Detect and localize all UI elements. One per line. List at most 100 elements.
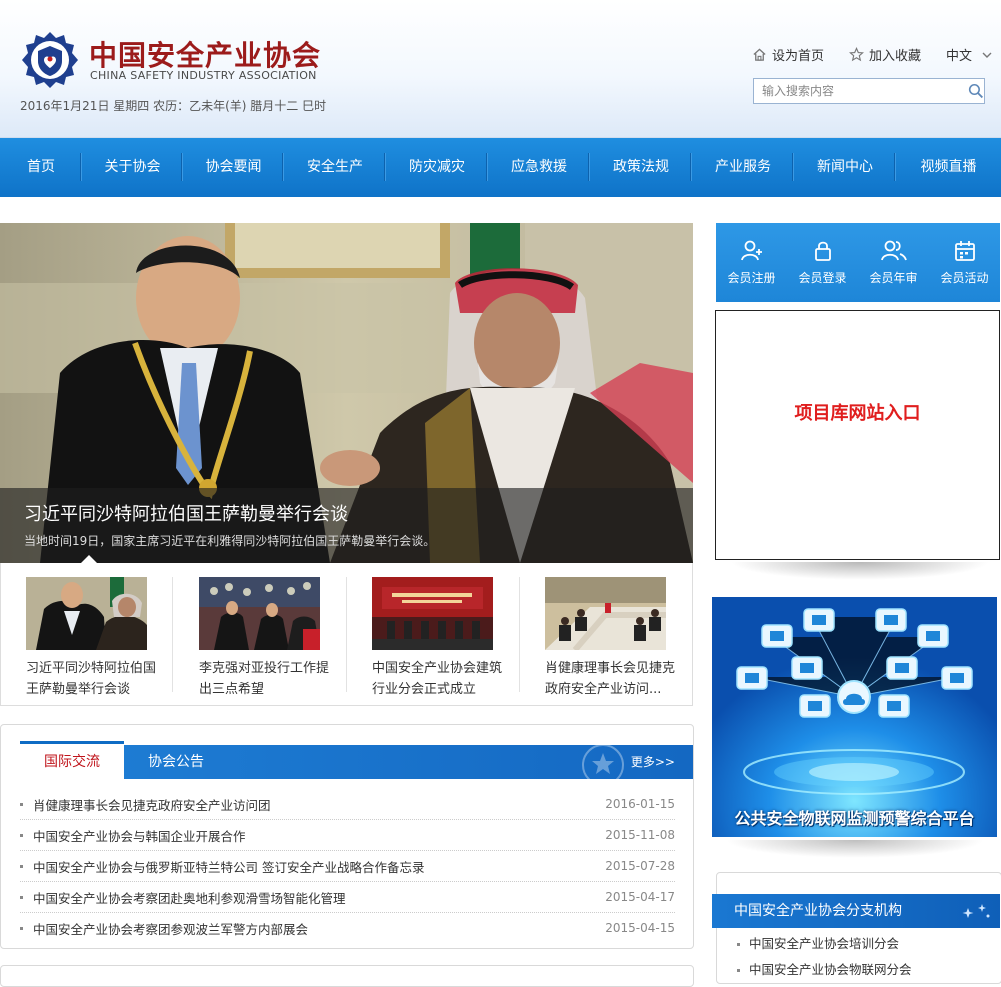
member-register-label: 会员注册	[727, 271, 776, 285]
thumbnail-strip: 习近平同沙特阿拉伯国王萨勒曼举行会谈 李克强对亚投行工作提出三点希望 中国安全产…	[0, 555, 695, 706]
nav-item-safety-production[interactable]: 安全生产	[284, 138, 386, 197]
thumb-caption: 肖健康理事长会见捷克政府安全产业访问...	[545, 661, 676, 697]
news-date: 2016-01-15	[605, 797, 675, 811]
member-bar: 会员注册 会员登录 会员年审 会员活动	[716, 223, 1000, 302]
top-links: 设为首页 加入收藏 中文	[752, 45, 992, 64]
search-input[interactable]	[754, 81, 967, 101]
project-library-entry[interactable]: 项目库网站入口	[715, 310, 1000, 560]
add-favorite-link[interactable]: 加入收藏	[849, 45, 921, 64]
slide-subtitle: 当地时间19日，国家主席习近平在利雅得同沙特阿拉伯国王萨勒曼举行会谈。	[24, 534, 436, 548]
thumb-item[interactable]: 中国安全产业协会建筑行业分会正式成立	[372, 577, 522, 700]
thumb-divider	[346, 577, 347, 692]
slide-caption: 习近平同沙特阿拉伯国王萨勒曼举行会谈 当地时间19日，国家主席习近平在利雅得同沙…	[0, 488, 693, 563]
nav-item-industry-service[interactable]: 产业服务	[692, 138, 794, 197]
main-nav: 首页 关于协会 协会要闻 安全生产 防灾减灾 应急救援 政策法规 产业服务 新闻…	[0, 138, 1001, 197]
news-title[interactable]: 肖健康理事长会见捷克政府安全产业访问团	[20, 795, 271, 814]
branch-panel-title: 中国安全产业协会分支机构	[734, 903, 902, 919]
thumb-item[interactable]: 习近平同沙特阿拉伯国王萨勒曼举行会谈	[26, 577, 176, 700]
thumb-divider	[519, 577, 520, 692]
site-header: 中国安全产业协会 CHINA SAFETY INDUSTRY ASSOCIATI…	[0, 0, 1001, 138]
language-select[interactable]: 中文	[946, 45, 992, 64]
member-annual-review-button[interactable]: 会员年审	[858, 223, 929, 302]
news-tab-bar: 国际交流 协会公告 更多>>	[20, 741, 693, 779]
iot-platform-banner[interactable]: 公共安全物联网监测预警综合平台	[712, 597, 997, 837]
member-register-button[interactable]: 会员注册	[716, 223, 787, 302]
iot-network-graphic	[712, 597, 997, 837]
lock-icon	[814, 241, 831, 261]
news-date: 2015-11-08	[605, 828, 675, 842]
thumb-image	[372, 577, 493, 650]
thumb-image	[199, 577, 320, 650]
thumb-image	[26, 577, 147, 650]
nav-item-live-video[interactable]: 视频直播	[896, 138, 1001, 197]
nav-item-emergency-rescue[interactable]: 应急救援	[488, 138, 590, 197]
panel-shadow	[725, 840, 985, 858]
search-box	[753, 78, 985, 104]
association-logo-icon[interactable]	[20, 30, 80, 90]
sparkle-icon	[962, 904, 990, 918]
member-login-label: 会员登录	[798, 271, 847, 285]
news-row[interactable]: 中国安全产业协会与韩国企业开展合作 2015-11-08	[20, 820, 675, 851]
branch-item[interactable]: 中国安全产业协会物联网分会	[737, 957, 987, 983]
iot-banner-title: 公共安全物联网监测预警综合平台	[734, 809, 975, 828]
nav-item-about[interactable]: 关于协会	[82, 138, 183, 197]
thumb-caption: 习近平同沙特阿拉伯国王萨勒曼举行会谈	[26, 661, 157, 697]
branch-item[interactable]: 中国安全产业协会培训分会	[737, 931, 987, 957]
news-row[interactable]: 中国安全产业协会考察团参观波兰军警方内部展会 2015-04-15	[20, 913, 675, 943]
member-login-button[interactable]: 会员登录	[787, 223, 858, 302]
thumb-caption: 中国安全产业协会建筑行业分会正式成立	[372, 661, 503, 697]
news-title[interactable]: 中国安全产业协会考察团参观波兰军警方内部展会	[20, 919, 308, 938]
news-title[interactable]: 中国安全产业协会考察团赴奥地利参观滑雪场智能化管理	[20, 888, 346, 907]
site-title-cn[interactable]: 中国安全产业协会	[89, 34, 321, 74]
news-title[interactable]: 中国安全产业协会与俄罗斯亚特兰特公司 签订安全产业战略合作备忘录	[20, 857, 424, 876]
tab-association-notice[interactable]: 协会公告	[148, 745, 204, 779]
site-title-en: CHINA SAFETY INDUSTRY ASSOCIATION	[90, 69, 317, 82]
member-activity-label: 会员活动	[940, 271, 989, 285]
nav-item-disaster-reduction[interactable]: 防灾减灾	[386, 138, 488, 197]
news-title[interactable]: 中国安全产业协会与韩国企业开展合作	[20, 826, 246, 845]
language-label: 中文	[946, 49, 973, 64]
home-icon	[753, 48, 766, 61]
news-row[interactable]: 中国安全产业协会与俄罗斯亚特兰特公司 签订安全产业战略合作备忘录 2015-07-…	[20, 851, 675, 882]
users-icon	[880, 240, 907, 261]
nav-item-association-news[interactable]: 协会要闻	[183, 138, 284, 197]
news-date: 2015-04-15	[605, 921, 675, 935]
chevron-down-icon	[982, 52, 992, 58]
member-annual-review-label: 会员年审	[869, 271, 918, 285]
featured-slideshow[interactable]: 习近平同沙特阿拉伯国王萨勒曼举行会谈 当地时间19日，国家主席习近平在利雅得同沙…	[0, 223, 693, 563]
thumb-image	[545, 577, 666, 650]
news-row[interactable]: 肖健康理事长会见捷克政府安全产业访问团 2016-01-15	[20, 789, 675, 820]
panel-shadow	[730, 562, 990, 580]
add-favorite-label: 加入收藏	[869, 49, 922, 64]
branch-list: 中国安全产业协会培训分会 中国安全产业协会物联网分会	[737, 931, 987, 983]
nav-item-news-center[interactable]: 新闻中心	[794, 138, 896, 197]
news-date: 2015-07-28	[605, 859, 675, 873]
news-panel: 国际交流 协会公告 更多>> 肖健康理事长会见捷克政府安全产业访问团 2016-0…	[0, 724, 694, 949]
thumb-pointer	[81, 555, 97, 563]
user-add-icon	[740, 240, 762, 261]
slide-title[interactable]: 习近平同沙特阿拉伯国王萨勒曼举行会谈	[24, 500, 348, 526]
branch-panel: 中国安全产业协会分支机构 中国安全产业协会培训分会 中国安全产业协会物联网分会	[712, 872, 1001, 984]
project-library-label: 项目库网站入口	[794, 403, 921, 424]
thumb-item[interactable]: 肖健康理事长会见捷克政府安全产业访问...	[545, 577, 695, 700]
next-panel-edge	[0, 965, 694, 987]
set-home-label: 设为首页	[772, 49, 825, 64]
news-row[interactable]: 中国安全产业协会考察团赴奥地利参观滑雪场智能化管理 2015-04-17	[20, 882, 675, 913]
star-emblem-icon	[582, 745, 624, 779]
news-date: 2015-04-17	[605, 890, 675, 904]
calendar-icon	[954, 241, 975, 261]
tab-international-exchange[interactable]: 国际交流	[20, 741, 124, 779]
star-icon	[849, 47, 865, 62]
date-line: 2016年1月21日 星期四 农历：乙未年(羊) 腊月十二 巳时	[20, 99, 327, 113]
news-list: 肖健康理事长会见捷克政府安全产业访问团 2016-01-15 中国安全产业协会与韩…	[20, 789, 675, 943]
thumb-item[interactable]: 李克强对亚投行工作提出三点希望	[199, 577, 349, 700]
thumb-caption: 李克强对亚投行工作提出三点希望	[199, 661, 330, 697]
news-more-link[interactable]: 更多>>	[631, 745, 675, 779]
branch-panel-header: 中国安全产业协会分支机构	[712, 894, 1000, 928]
nav-item-home[interactable]: 首页	[0, 138, 82, 197]
set-home-link[interactable]: 设为首页	[752, 45, 824, 64]
nav-item-policy[interactable]: 政策法规	[590, 138, 692, 197]
thumb-divider	[172, 577, 173, 692]
member-activity-button[interactable]: 会员活动	[929, 223, 1000, 302]
search-icon[interactable]	[968, 83, 984, 99]
